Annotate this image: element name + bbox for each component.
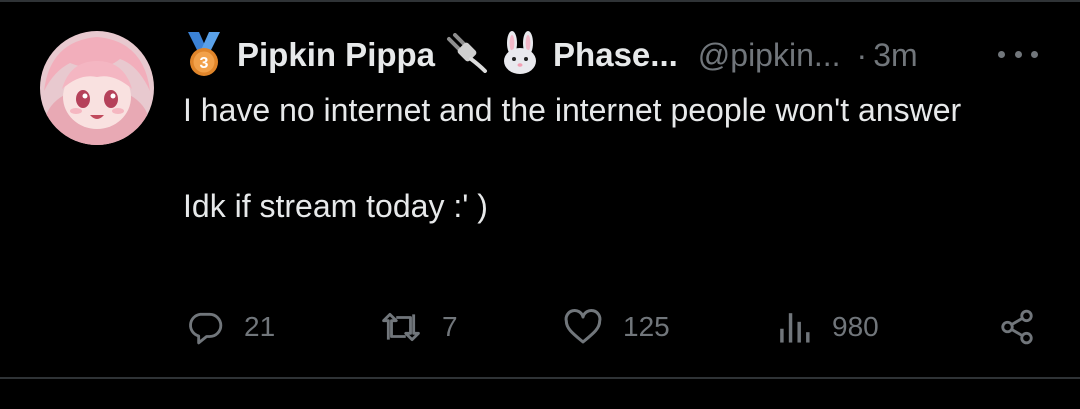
reply-count: 21 bbox=[244, 311, 276, 342]
user-handle[interactable]: @pipkin... bbox=[698, 37, 841, 74]
avatar[interactable] bbox=[40, 31, 154, 145]
reply-icon bbox=[186, 308, 224, 346]
views-button[interactable]: 980 bbox=[776, 302, 879, 352]
tweet-line: I have no internet and the internet peop… bbox=[183, 92, 962, 128]
display-name-suffix[interactable]: Phase... bbox=[553, 36, 678, 74]
tweet-text: I have no internet and the internet peop… bbox=[183, 86, 1033, 230]
like-count: 125 bbox=[623, 311, 670, 342]
share-icon bbox=[998, 308, 1036, 346]
plug-icon bbox=[445, 32, 489, 78]
views-count: 980 bbox=[832, 311, 879, 342]
repost-count: 7 bbox=[442, 311, 458, 342]
separator-dot: · bbox=[856, 36, 868, 73]
share-button[interactable] bbox=[998, 302, 1036, 352]
tweet-header: 3 Pipkin Pippa Phase... @pipkin... · 3m bbox=[183, 30, 918, 80]
heart-icon bbox=[563, 308, 603, 346]
repost-icon bbox=[380, 308, 422, 346]
more-options-icon[interactable] bbox=[998, 44, 1038, 64]
bottom-divider bbox=[0, 377, 1080, 379]
tweet-line: Idk if stream today :' ) bbox=[183, 188, 488, 224]
timestamp[interactable]: 3m bbox=[873, 37, 917, 74]
views-icon bbox=[776, 308, 812, 346]
top-divider bbox=[0, 0, 1080, 2]
medal-icon: 3 bbox=[183, 32, 225, 78]
action-bar: 21 7 125 980 bbox=[0, 302, 1080, 352]
display-name[interactable]: Pipkin Pippa bbox=[237, 36, 435, 74]
reply-button[interactable]: 21 bbox=[186, 302, 275, 352]
svg-text:3: 3 bbox=[200, 55, 209, 72]
like-button[interactable]: 125 bbox=[563, 302, 670, 352]
rabbit-icon bbox=[499, 30, 541, 80]
repost-button[interactable]: 7 bbox=[380, 302, 458, 352]
